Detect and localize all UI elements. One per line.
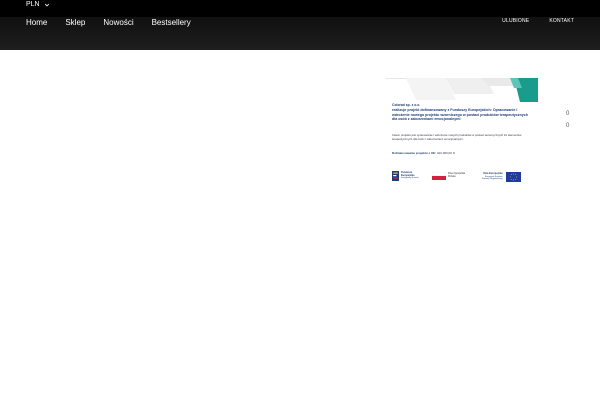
main-nav: Home Sklep Nowości Bestsellery ULUBIONE … [0,17,600,50]
top-bar: PLN [0,0,600,17]
banner-company: Colorad sp. z o.o. [392,103,421,107]
fe-mark-icon [392,171,399,181]
unia-europejska-logo: Unia Europejska Europejski Fundusz Rozwo… [482,172,521,182]
nav-right: ULUBIONE KONTAKT [502,18,574,24]
logos-row: Fundusze Europejskie Inteligentny Rozwój… [392,171,532,183]
nav-links: Home Sklep Nowości Bestsellery [26,18,191,27]
counters: 0 0 [566,111,574,135]
banner-header-graphic [386,78,538,102]
eu-funding-banner: Colorad sp. z o.o. realizuje projekt dof… [386,78,538,186]
funding-value: 420 000,00 zł [436,151,455,155]
cart-count: 0 [566,123,570,129]
eu-flag-icon [505,172,521,182]
contact-link[interactable]: KONTAKT [549,18,574,24]
nav-shop[interactable]: Sklep [65,18,85,27]
currency-label: PLN [26,1,40,8]
nav-new[interactable]: Nowości [103,18,133,27]
favorites-link[interactable]: ULUBIONE [502,18,529,24]
banner-description: Celem projektu jest opracowanie i wdroże… [392,133,522,141]
chevron-down-icon [44,3,49,6]
fe-text-3: Inteligentny Rozwój [401,177,419,180]
fundusze-europejskie-logo: Fundusze Europejskie Inteligentny Rozwój [392,171,418,181]
rzeczpospolita-polska-logo: Rzeczpospolita Polska [432,172,465,180]
banner-title: realizuje projekt dofinansowany z Fundus… [392,108,528,122]
nav-home[interactable]: Home [26,18,47,27]
eu-text-3: Rozwoju Regionalnego [482,178,503,181]
nav-bestsellers[interactable]: Bestsellery [152,18,191,27]
currency-selector[interactable]: PLN [26,1,50,8]
banner-funding: Dofinansowanie projektu z UE: 420 000,00… [392,151,455,155]
pl-text-2: Polska [448,175,456,178]
polish-flag-icon [432,172,446,180]
funding-label: Dofinansowanie projektu z UE: [392,151,437,155]
wishlist-count: 0 [566,111,570,117]
